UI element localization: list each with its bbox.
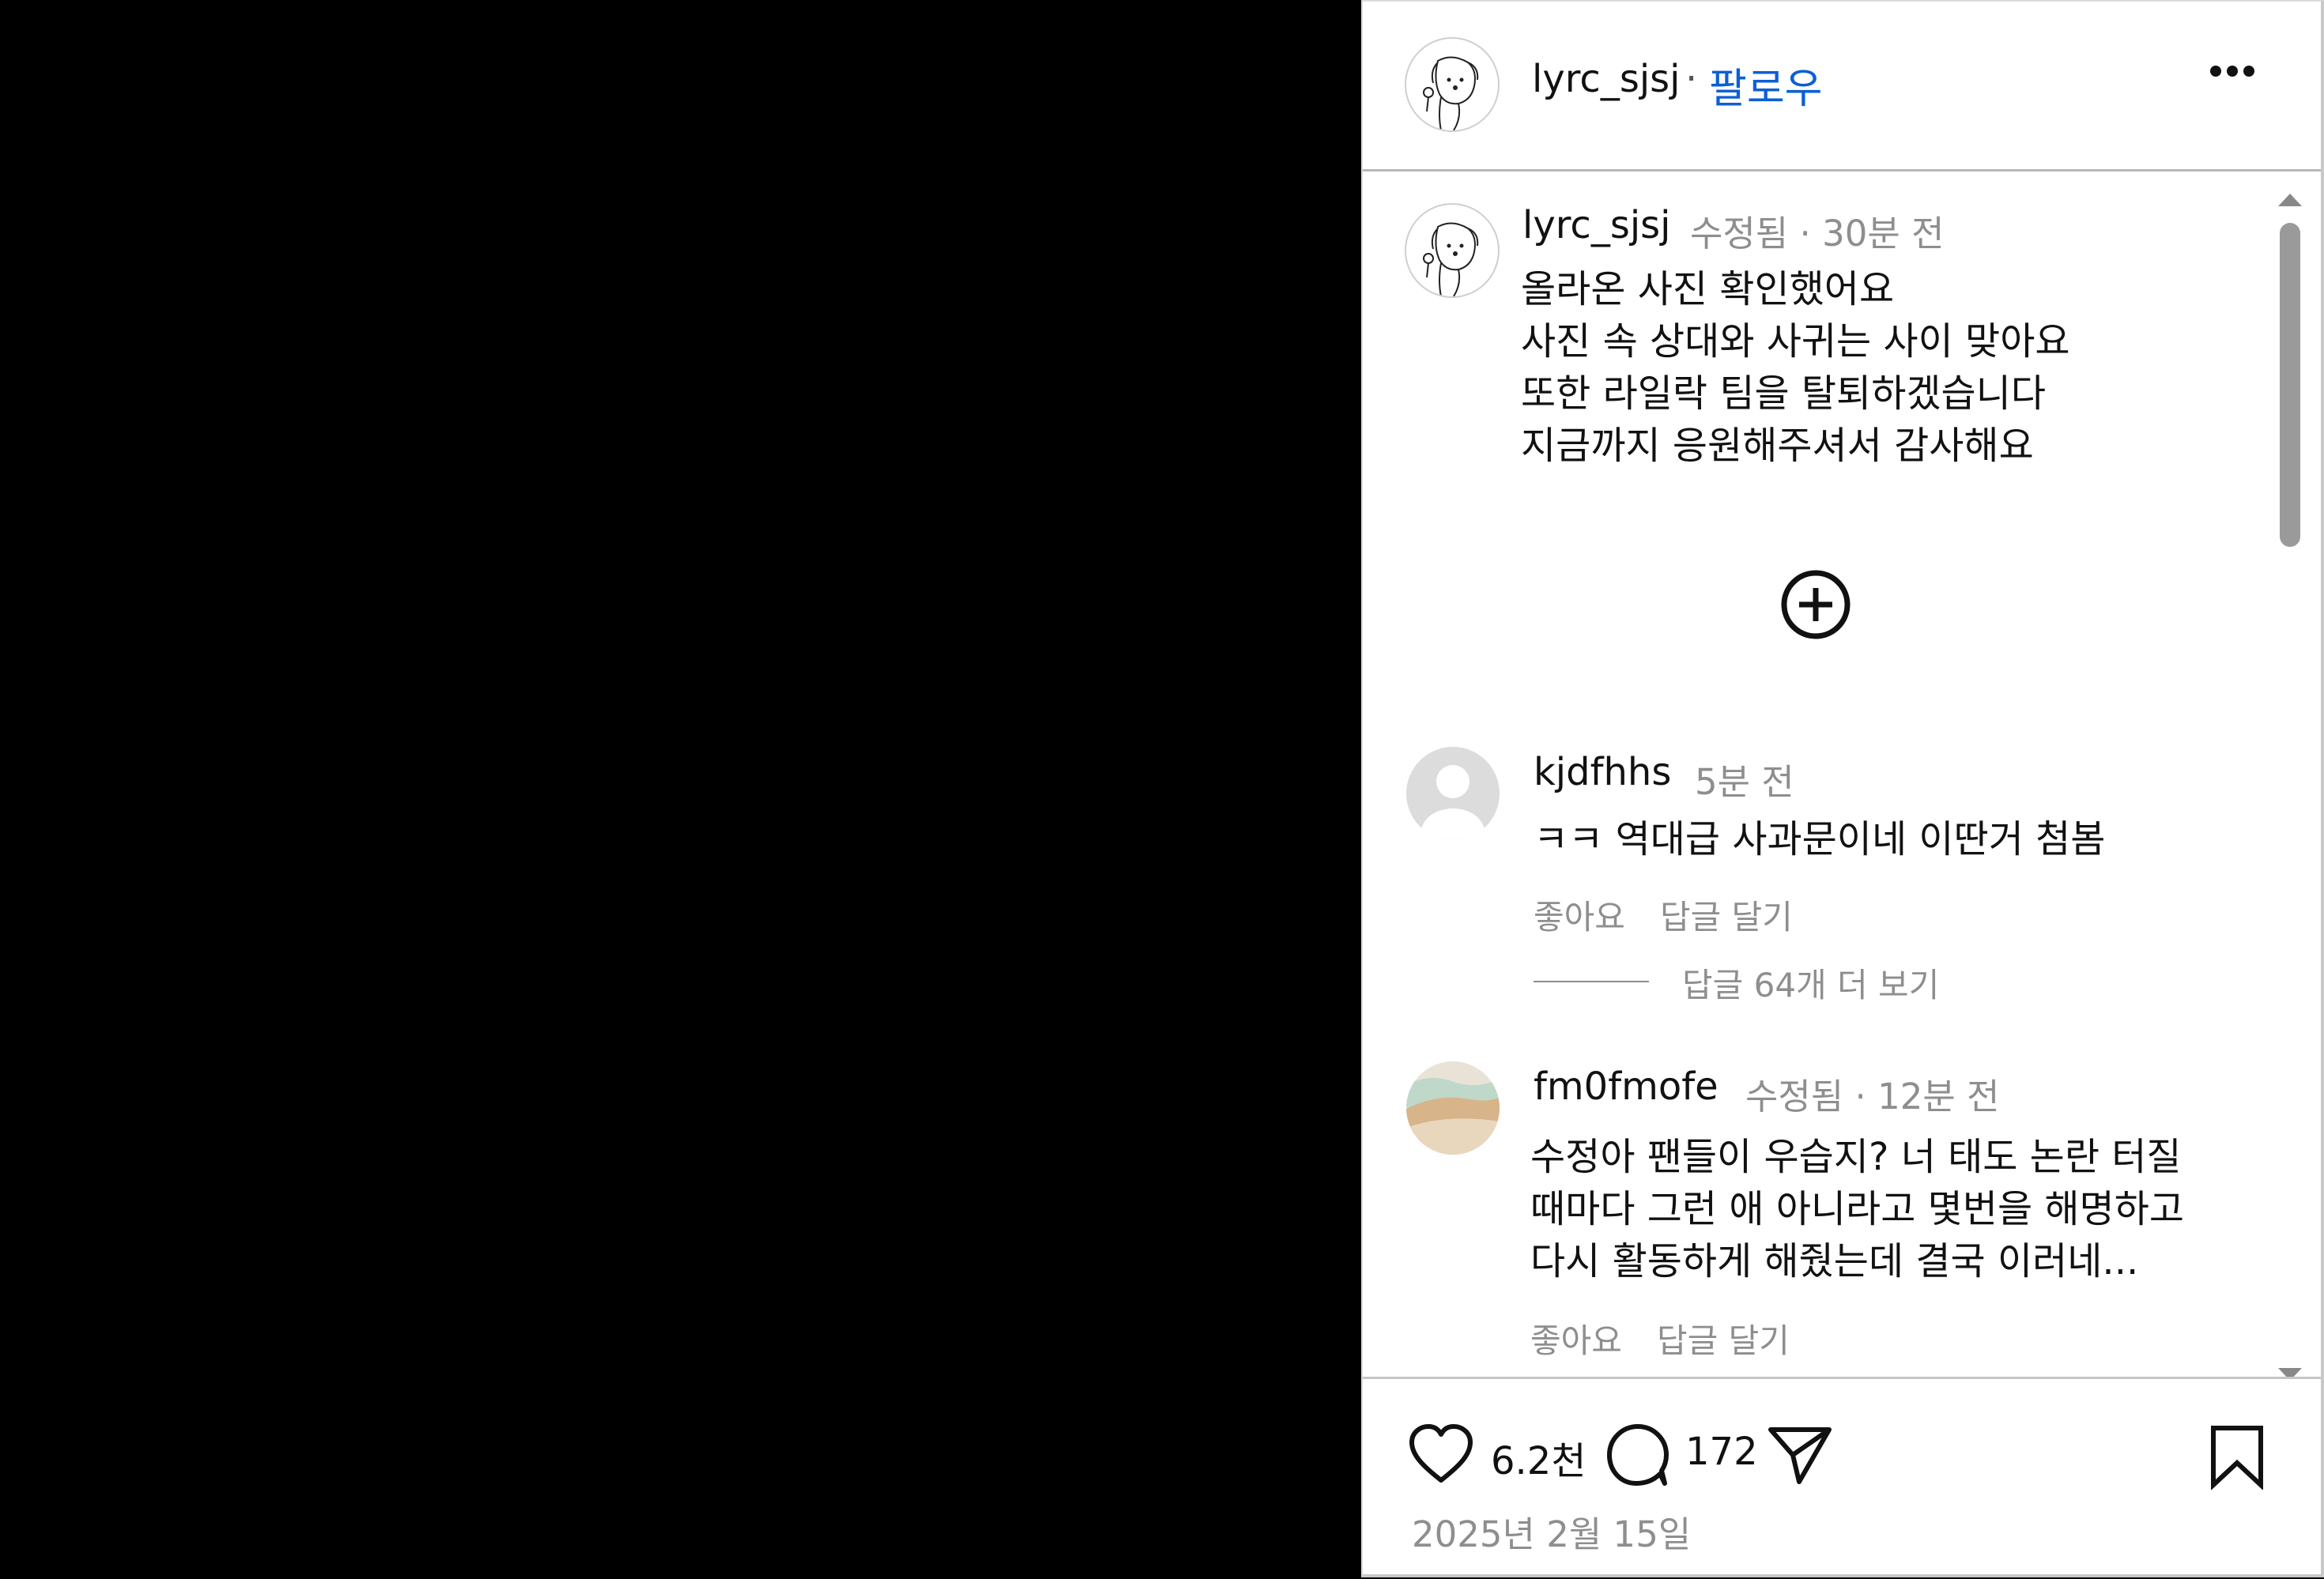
post-date: 2025년 2월 15일 <box>1412 1513 1692 1555</box>
author-avatar[interactable] <box>1405 37 1500 132</box>
header-separator: · <box>1685 57 1698 101</box>
follow-button[interactable]: 팔로우 <box>1709 55 1823 115</box>
post-header: lyrc_sjsj · 팔로우 <box>1363 2 2321 171</box>
reply-button[interactable]: 답글 달기 <box>1660 891 1793 939</box>
dog-sketch-icon <box>1423 56 1479 130</box>
comments-scrollbar[interactable] <box>2278 187 2302 1377</box>
heart-icon[interactable] <box>1407 1422 1475 1485</box>
like-comment-button[interactable]: 좋아요 <box>1530 1314 1622 1362</box>
comment-meta: 수정됨 · 12분 전 <box>1745 1076 2000 1117</box>
like-count[interactable]: 6.2천 <box>1491 1430 1586 1485</box>
post-media-area <box>0 0 1361 1577</box>
dog-sketch-icon <box>1423 222 1479 296</box>
comment-avatar-landscape[interactable] <box>1406 1061 1500 1155</box>
post-side-panel: lyrc_sjsj · 팔로우 lyrc_sjsj 수정됨 · 30분 전 올라… <box>1361 0 2324 1577</box>
caption-username[interactable]: lyrc_sjsj <box>1522 203 1671 247</box>
caption-meta: 수정됨 · 30분 전 <box>1690 213 1945 254</box>
default-user-icon <box>1421 765 1485 840</box>
scroll-up-arrow-icon[interactable] <box>2278 194 2302 206</box>
scrollbar-thumb[interactable] <box>2280 223 2300 547</box>
comment-text: ㅋㅋ 역대급 사과문이네 이딴거 첨봄 <box>1534 817 2106 861</box>
like-comment-button[interactable]: 좋아요 <box>1534 891 1625 939</box>
comment-text: 수정아 팬들이 우습지? 너 태도 논란 터질 때마다 그런 애 아니라고 몇번… <box>1530 1135 2185 1283</box>
caption-author-avatar[interactable] <box>1405 203 1500 298</box>
comment-avatar-default[interactable] <box>1406 747 1500 840</box>
reply-button[interactable]: 답글 달기 <box>1657 1314 1790 1362</box>
comment-icon[interactable] <box>1605 1422 1671 1488</box>
view-more-replies-button[interactable]: 답글 64개 더 보기 <box>1682 959 1939 1007</box>
scroll-down-arrow-icon[interactable] <box>2278 1368 2302 1377</box>
comment-username[interactable]: fm0fmofe <box>1534 1065 1718 1109</box>
share-icon[interactable] <box>1766 1423 1834 1487</box>
bookmark-icon[interactable] <box>2207 1423 2267 1490</box>
caption-text: 올라온 사진 확인했어요 사진 속 상대와 사귀는 사이 맞아요 또한 라일락 … <box>1521 267 2070 468</box>
author-username[interactable]: lyrc_sjsj <box>1532 57 1681 101</box>
post-actions-bar: 6.2천 172 2025년 2월 15일 <box>1363 1377 2321 1579</box>
replies-divider <box>1534 981 1649 982</box>
comment-count[interactable]: 172 <box>1685 1430 1758 1474</box>
comment-username[interactable]: kjdfhhs <box>1534 750 1671 794</box>
landscape-avatar-icon <box>1406 1061 1500 1155</box>
more-options-icon[interactable] <box>2210 65 2266 96</box>
comment-timestamp: 5분 전 <box>1695 761 1794 803</box>
comments-section[interactable]: lyrc_sjsj 수정됨 · 30분 전 올라온 사진 확인했어요 사진 속 … <box>1363 171 2321 1377</box>
plus-circle-icon[interactable] <box>1780 569 1851 640</box>
